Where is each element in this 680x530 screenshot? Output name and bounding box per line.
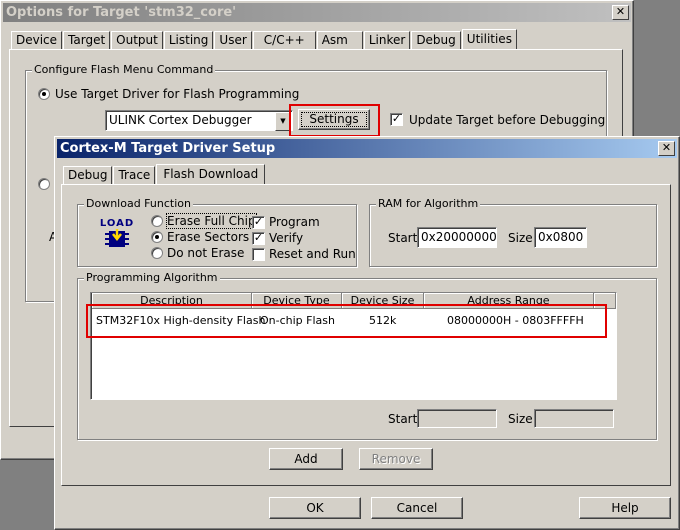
ram-size-label: Size: <box>508 231 537 245</box>
tab-trace[interactable]: Trace <box>113 166 156 184</box>
outer-window-title: Options for Target 'stm32_core' <box>6 5 237 20</box>
verify-label: Verify <box>269 231 304 245</box>
algo-start-field <box>417 409 497 428</box>
inner-title-bar[interactable]: Cortex-M Target Driver Setup ✕ <box>57 139 677 158</box>
tab-user[interactable]: User <box>214 31 252 49</box>
cortex-m-target-driver-setup-dialog: Cortex-M Target Driver Setup ✕ Debug Tra… <box>54 136 680 530</box>
configure-flash-group-title: Configure Flash Menu Command <box>32 63 216 77</box>
outer-tab-strip: Device Target Output Listing User C/C++ … <box>11 29 518 50</box>
tab-target[interactable]: Target <box>63 31 111 49</box>
driver-select-value: ULINK Cortex Debugger <box>109 113 252 127</box>
tab-output[interactable]: Output <box>111 31 163 49</box>
reset-and-run-label: Reset and Run <box>269 247 356 261</box>
load-icon: LOAD <box>99 218 135 250</box>
inner-window-title: Cortex-M Target Driver Setup <box>60 141 276 156</box>
reset-and-run-checkbox[interactable] <box>252 248 265 261</box>
programming-algorithm-title: Programming Algorithm <box>84 271 220 285</box>
add-button[interactable]: Add <box>269 448 343 470</box>
algo-size-field <box>534 409 614 428</box>
update-target-checkbox[interactable]: ✓ <box>390 113 403 126</box>
update-target-label: Update Target before Debugging <box>409 113 606 127</box>
erase-sectors-radio[interactable] <box>151 231 163 243</box>
program-label: Program <box>269 215 320 229</box>
tab-cc[interactable]: C/C++ <box>252 31 316 49</box>
help-button[interactable]: Help <box>579 497 671 519</box>
tab-listing[interactable]: Listing <box>163 31 214 49</box>
use-target-driver-label: Use Target Driver for Flash Programming <box>55 87 300 101</box>
use-target-driver-radio[interactable] <box>38 88 50 100</box>
algorithm-row-highlight <box>86 304 607 338</box>
outer-second-radio[interactable] <box>38 178 50 190</box>
tab-linker[interactable]: Linker <box>363 31 411 49</box>
tab-device[interactable]: Device <box>11 31 63 49</box>
ram-size-field[interactable]: 0x0800 <box>534 227 587 248</box>
outer-close-button[interactable]: ✕ <box>612 5 629 20</box>
settings-button[interactable]: Settings <box>298 109 370 130</box>
ram-for-algorithm-title: RAM for Algorithm <box>376 197 481 211</box>
inner-tab-strip: Debug Trace Flash Download <box>63 164 266 185</box>
driver-select[interactable]: ULINK Cortex Debugger ▼ <box>105 110 293 131</box>
erase-full-chip-radio[interactable] <box>151 215 163 227</box>
tab-utilities[interactable]: Utilities <box>461 29 517 50</box>
do-not-erase-label: Do not Erase <box>167 246 245 260</box>
remove-button: Remove <box>359 448 433 470</box>
erase-sectors-label: Erase Sectors <box>167 230 250 244</box>
load-icon-text: LOAD <box>99 218 135 229</box>
cancel-button[interactable]: Cancel <box>371 497 463 519</box>
inner-close-button[interactable]: ✕ <box>658 141 675 156</box>
ok-button[interactable]: OK <box>269 497 361 519</box>
ram-start-field[interactable]: 0x20000000 <box>417 227 497 248</box>
do-not-erase-radio[interactable] <box>151 247 163 259</box>
verify-checkbox[interactable]: ✓ <box>252 232 265 245</box>
tab-asm[interactable]: Asm <box>316 31 363 49</box>
tab-flash-download[interactable]: Flash Download <box>156 164 266 185</box>
outer-title-bar[interactable]: Options for Target 'stm32_core' ✕ <box>3 3 631 22</box>
tab-debug[interactable]: Debug <box>411 31 461 49</box>
algo-size-label: Size: <box>508 412 537 426</box>
program-checkbox[interactable]: ✓ <box>252 216 265 229</box>
tab-debug-inner[interactable]: Debug <box>63 166 113 184</box>
download-function-title: Download Function <box>84 197 193 211</box>
erase-full-chip-label: Erase Full Chip <box>166 213 257 229</box>
